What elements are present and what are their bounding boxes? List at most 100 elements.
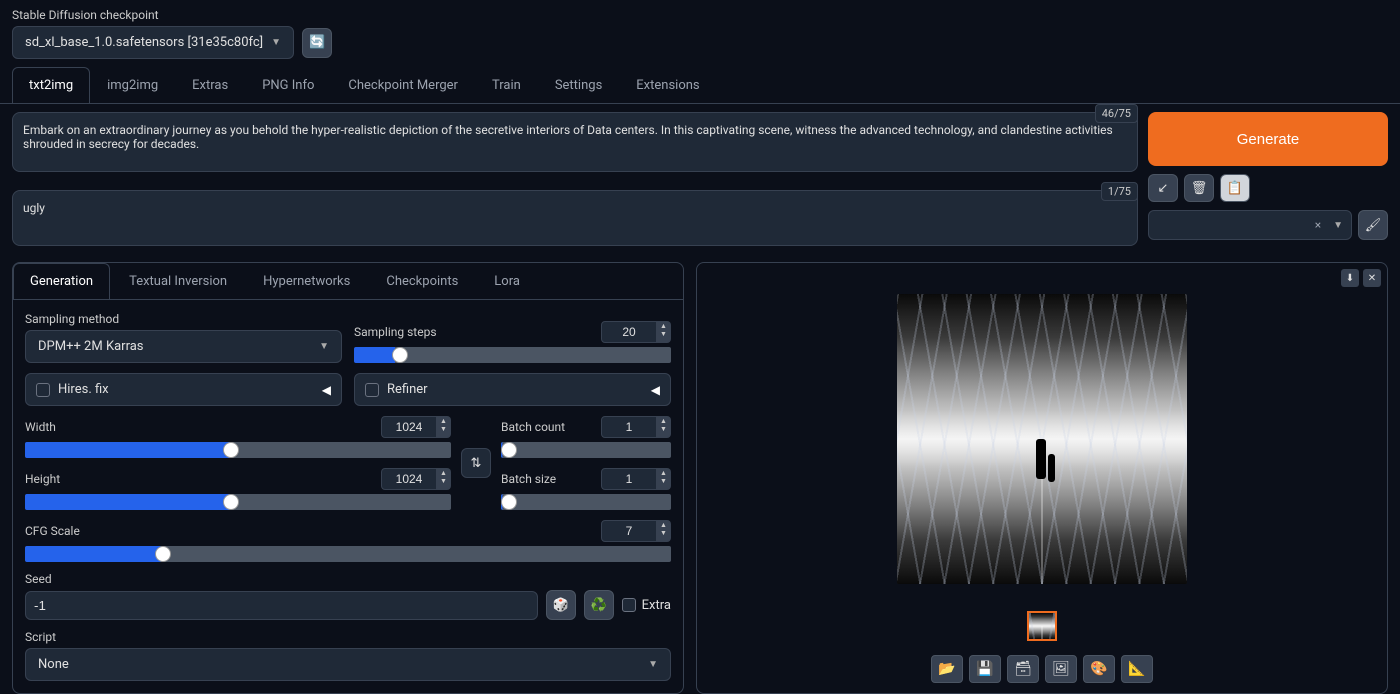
reuse-seed-button[interactable]: ♻️ xyxy=(584,590,614,620)
refresh-icon: 🔄 xyxy=(309,35,325,50)
height-label: Height xyxy=(25,472,60,486)
refiner-checkbox[interactable] xyxy=(365,383,379,397)
random-seed-button[interactable]: 🎲 xyxy=(546,590,576,620)
cfg-input[interactable] xyxy=(601,520,657,542)
close-icon: ✕ xyxy=(1368,273,1376,284)
tab-train[interactable]: Train xyxy=(475,67,538,103)
extra-label: Extra xyxy=(642,598,671,613)
batch-count-label: Batch count xyxy=(501,420,565,434)
batch-count-input[interactable] xyxy=(601,416,657,438)
tab-checkpoint-merger[interactable]: Checkpoint Merger xyxy=(331,67,475,103)
open-folder-button[interactable]: 📂 xyxy=(931,655,963,683)
checkpoint-label: Stable Diffusion checkpoint xyxy=(12,8,1388,22)
clipboard-icon: 📋 xyxy=(1227,181,1243,196)
download-icon: ⬇ xyxy=(1346,273,1354,284)
swap-dimensions-button[interactable]: ⇅ xyxy=(461,448,491,478)
negative-prompt-input[interactable] xyxy=(12,190,1138,246)
width-spinner[interactable]: ▲▼ xyxy=(437,416,451,438)
negative-token-counter: 1/75 xyxy=(1101,182,1138,201)
cfg-spinner[interactable]: ▲▼ xyxy=(657,520,671,542)
script-dropdown[interactable]: None ▼ xyxy=(25,648,671,681)
zip-button[interactable]: 🗃 xyxy=(1007,655,1039,683)
tab-extras[interactable]: Extras xyxy=(175,67,245,103)
trash-icon: 🗑 xyxy=(1191,181,1208,196)
subtab-hypernetworks[interactable]: Hypernetworks xyxy=(246,263,367,299)
send-to-inpaint-button[interactable]: 🎨 xyxy=(1083,655,1115,683)
subtab-generation[interactable]: Generation xyxy=(13,263,110,299)
prompt-token-counter: 46/75 xyxy=(1095,104,1138,123)
prompt-input[interactable] xyxy=(12,112,1138,172)
batch-size-input[interactable] xyxy=(601,468,657,490)
tab-extensions[interactable]: Extensions xyxy=(619,67,716,103)
sampling-method-dropdown[interactable]: DPM++ 2M Karras ▼ xyxy=(25,330,342,363)
hires-fix-accordion[interactable]: Hires. fix ◀ xyxy=(25,373,342,406)
download-image-button[interactable]: ⬇ xyxy=(1341,269,1359,287)
height-spinner[interactable]: ▲▼ xyxy=(437,468,451,490)
interrogate-button[interactable]: ↙ xyxy=(1148,174,1178,202)
tab-txt2img[interactable]: txt2img xyxy=(12,67,90,103)
chevron-down-icon: ▼ xyxy=(1333,220,1343,231)
sampling-steps-label: Sampling steps xyxy=(354,325,437,339)
styles-dropdown[interactable]: × ▼ xyxy=(1148,210,1352,240)
send-to-img2img-button[interactable]: 🖼 xyxy=(1045,655,1077,683)
save-button[interactable]: 💾 xyxy=(969,655,1001,683)
sampling-steps-input[interactable] xyxy=(601,321,657,343)
batch-size-spinner[interactable]: ▲▼ xyxy=(657,468,671,490)
clear-styles-icon[interactable]: × xyxy=(1315,218,1321,232)
cfg-slider[interactable] xyxy=(25,546,671,562)
generation-sub-tabs: Generation Textual Inversion Hypernetwor… xyxy=(13,263,683,300)
paste-button[interactable]: 📋 xyxy=(1220,174,1250,202)
batch-count-spinner[interactable]: ▲▼ xyxy=(657,416,671,438)
batch-count-slider[interactable] xyxy=(501,442,671,458)
generate-button[interactable]: Generate xyxy=(1148,112,1388,166)
clear-prompt-button[interactable]: 🗑 xyxy=(1184,174,1214,202)
subtab-textual-inversion[interactable]: Textual Inversion xyxy=(112,263,244,299)
swap-icon: ⇅ xyxy=(471,456,482,471)
cfg-label: CFG Scale xyxy=(25,524,80,538)
tab-png-info[interactable]: PNG Info xyxy=(245,67,331,103)
subtab-checkpoints[interactable]: Checkpoints xyxy=(369,263,475,299)
extra-seed-checkbox[interactable] xyxy=(622,598,636,612)
seed-label: Seed xyxy=(25,572,671,586)
sampling-method-label: Sampling method xyxy=(25,312,342,326)
refresh-checkpoint-button[interactable]: 🔄 xyxy=(302,28,332,58)
height-slider[interactable] xyxy=(25,494,451,510)
width-slider[interactable] xyxy=(25,442,451,458)
subtab-lora[interactable]: Lora xyxy=(477,263,537,299)
sampling-method-value: DPM++ 2M Karras xyxy=(38,339,144,354)
output-panel: ⬇ ✕ 📂 💾 xyxy=(696,262,1388,694)
recycle-icon: ♻️ xyxy=(591,598,607,613)
chevron-down-icon: ▼ xyxy=(319,341,329,352)
width-label: Width xyxy=(25,420,56,434)
seed-input[interactable] xyxy=(25,591,538,620)
hires-fix-label: Hires. fix xyxy=(58,382,109,397)
refiner-accordion[interactable]: Refiner ◀ xyxy=(354,373,671,406)
batch-size-label: Batch size xyxy=(501,472,556,486)
chevron-down-icon: ▼ xyxy=(271,37,281,48)
triangle-left-icon: ◀ xyxy=(651,383,660,397)
gallery-thumbnail[interactable] xyxy=(1027,611,1057,641)
batch-size-slider[interactable] xyxy=(501,494,671,510)
sampling-steps-spinner[interactable]: ▲▼ xyxy=(657,321,671,343)
width-input[interactable] xyxy=(381,416,437,438)
send-to-extras-button[interactable]: 📐 xyxy=(1121,655,1153,683)
script-label: Script xyxy=(25,630,671,644)
refiner-label: Refiner xyxy=(387,382,428,397)
main-tabs: txt2img img2img Extras PNG Info Checkpoi… xyxy=(0,67,1400,104)
generated-image[interactable] xyxy=(897,294,1187,584)
checkpoint-dropdown[interactable]: sd_xl_base_1.0.safetensors [31e35c80fc] … xyxy=(12,26,294,59)
dice-icon: 🎲 xyxy=(553,598,569,613)
chevron-down-icon: ▼ xyxy=(648,659,658,670)
tab-settings[interactable]: Settings xyxy=(538,67,619,103)
close-gallery-button[interactable]: ✕ xyxy=(1363,269,1381,287)
height-input[interactable] xyxy=(381,468,437,490)
brush-icon: 🖌 xyxy=(1365,218,1382,233)
hires-fix-checkbox[interactable] xyxy=(36,383,50,397)
triangle-left-icon: ◀ xyxy=(322,383,331,397)
tab-img2img[interactable]: img2img xyxy=(90,67,175,103)
script-value: None xyxy=(38,657,69,672)
arrow-icon: ↙ xyxy=(1158,181,1169,196)
checkpoint-value: sd_xl_base_1.0.safetensors [31e35c80fc] xyxy=(25,35,263,50)
edit-styles-button[interactable]: 🖌 xyxy=(1358,210,1388,240)
sampling-steps-slider[interactable] xyxy=(354,347,671,363)
